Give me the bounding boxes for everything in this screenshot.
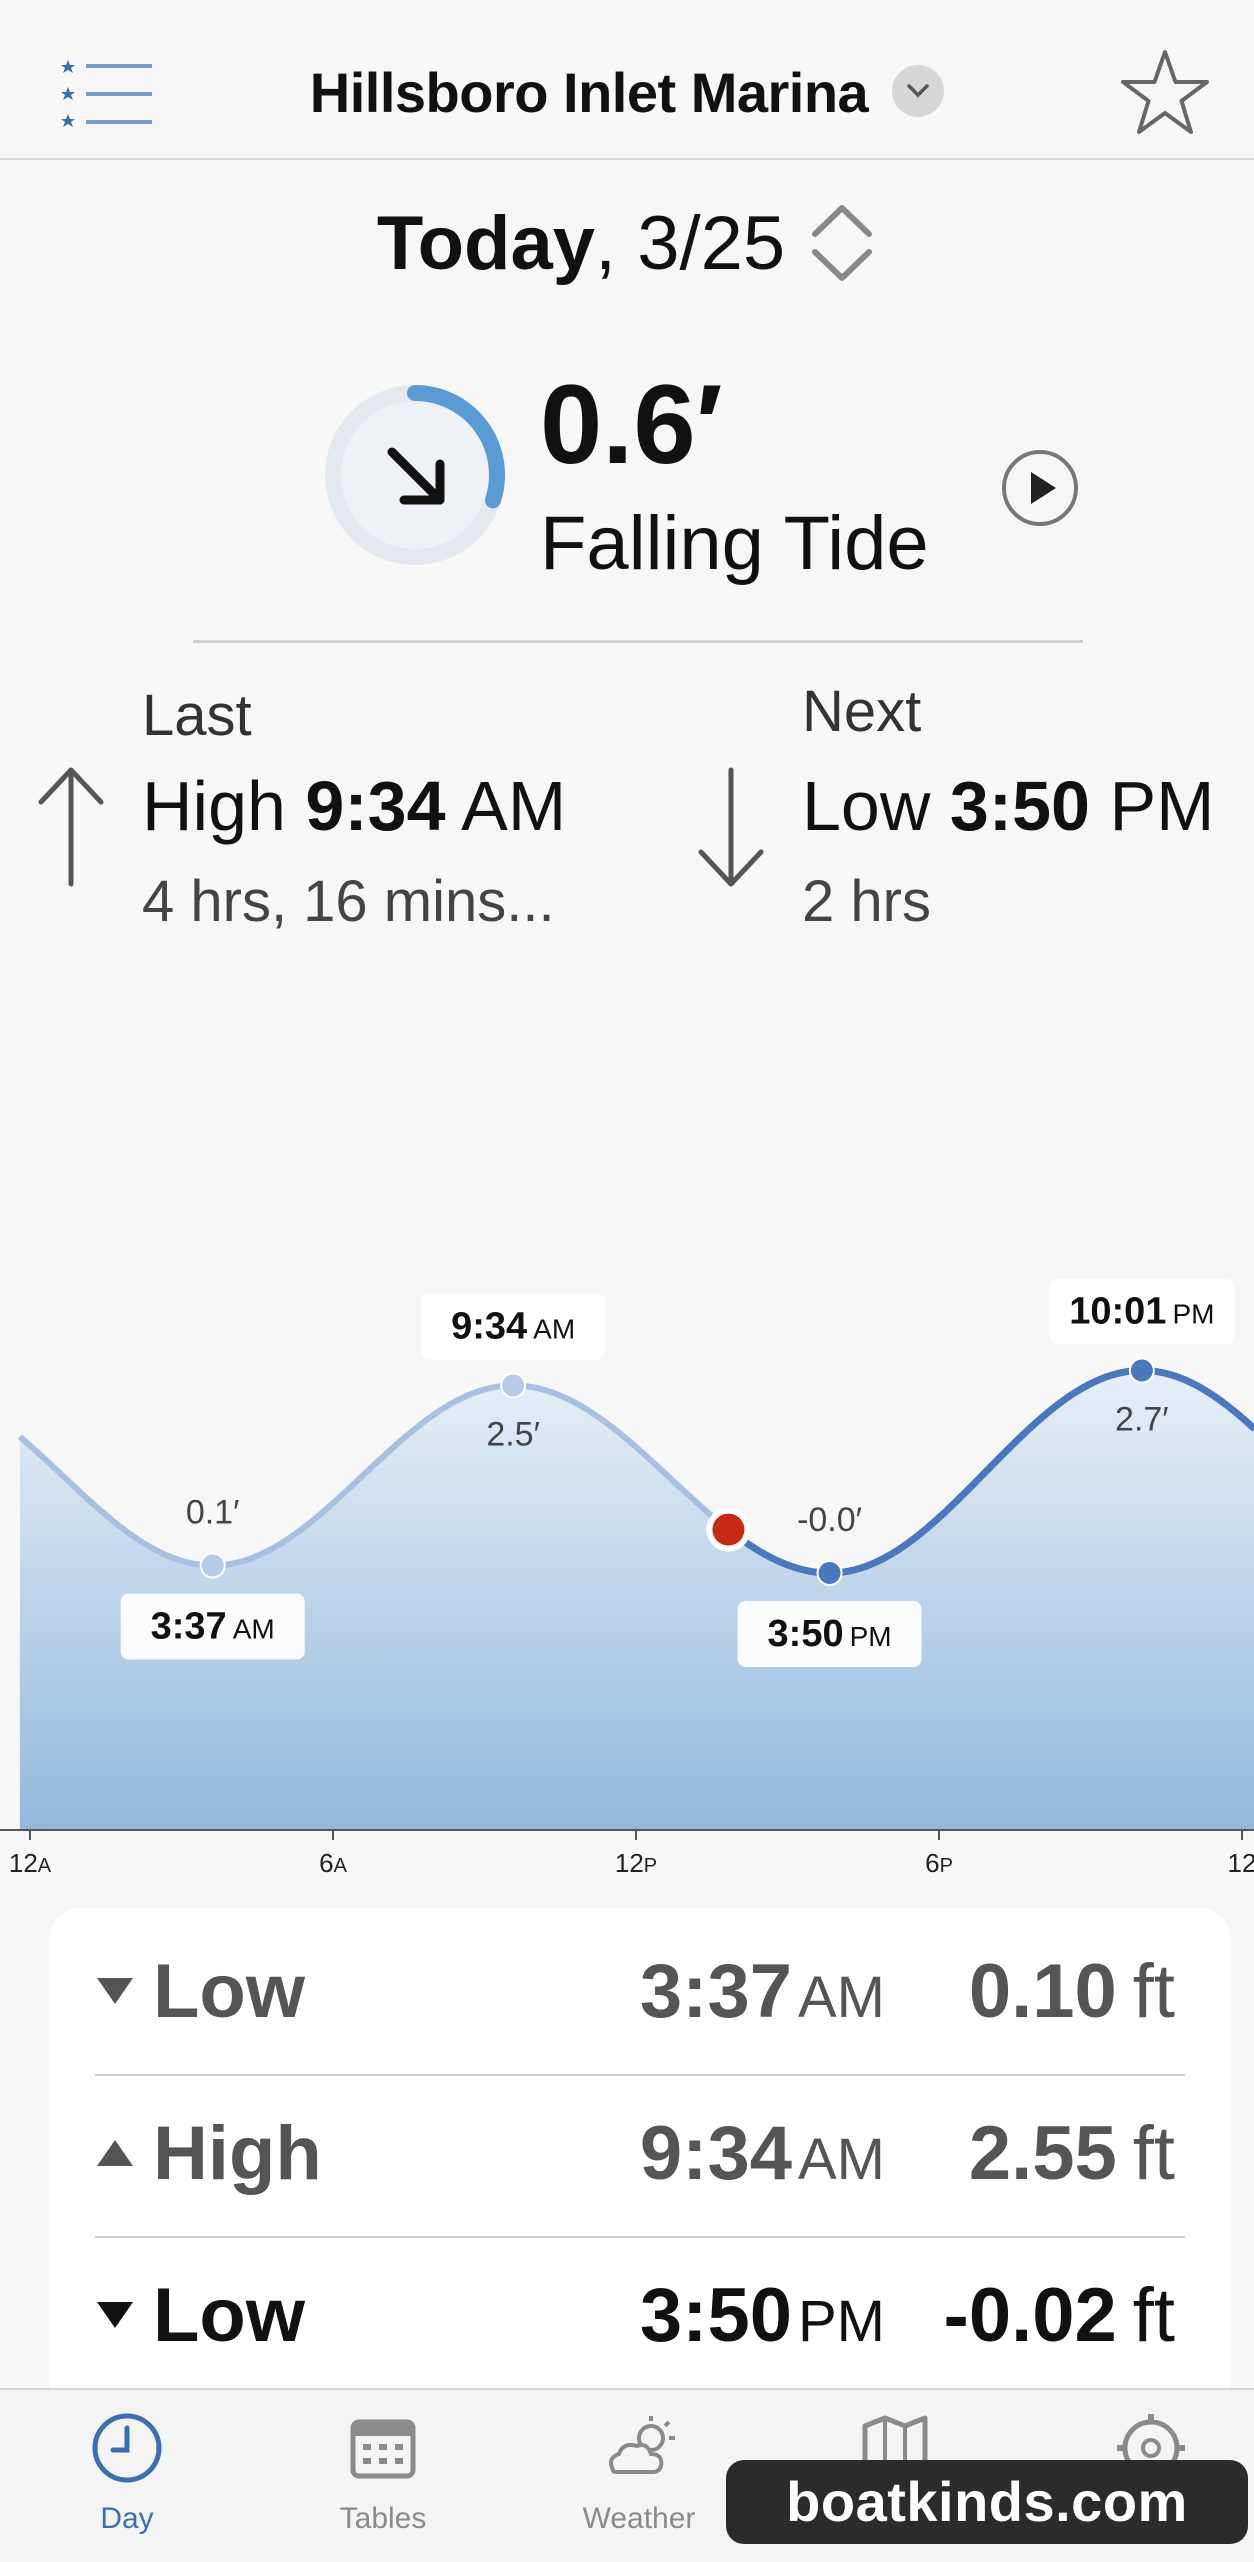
watermark: boatkinds.com — [726, 2460, 1248, 2544]
tide-table: Low 3:37 AM 0.10 ft High 9:34 AM 2.55 ft Low 3:50 PM… — [50, 1908, 1230, 2468]
row-time: 3:37 AM — [639, 1949, 885, 2034]
next-tide: Low 3:50 PM — [802, 766, 1214, 846]
extreme-point — [1128, 1357, 1155, 1384]
tide-direction-gauge — [325, 385, 505, 565]
extreme-point — [199, 1552, 226, 1579]
table-row[interactable]: Low 3:50 PM -0.02 ft — [95, 2238, 1185, 2398]
next-tide-type: Low — [802, 767, 931, 845]
x-tick-label: 6P — [925, 1848, 953, 1878]
x-tick-label: 12 — [1228, 1848, 1254, 1878]
triangle-down-icon — [97, 1978, 133, 2004]
last-tide: High 9:34 AM — [142, 766, 566, 846]
tab-label: Tables — [339, 2502, 427, 2535]
row-value: 2.55 ft — [968, 2111, 1175, 2196]
next-remaining: 2 hrs — [802, 869, 931, 934]
weather-icon — [609, 2416, 675, 2474]
current-tide-height: 0.6′ — [540, 362, 723, 487]
now-marker — [712, 1513, 745, 1546]
location-name: Hillsboro Inlet Marina — [309, 61, 869, 124]
extreme-point — [816, 1560, 843, 1586]
date-selector[interactable]: Today, 3/25 — [0, 200, 1254, 294]
star-icon[interactable] — [1118, 46, 1212, 140]
extreme-point — [500, 1372, 527, 1399]
table-row[interactable]: High 9:34 AM 2.55 ft — [95, 2076, 1185, 2236]
height-label: -0.0′ — [797, 1501, 862, 1539]
row-type: High — [153, 2111, 322, 2196]
table-row[interactable]: Low 3:37 AM 0.10 ft — [95, 1914, 1185, 2074]
x-tick-label: 12A — [9, 1848, 52, 1878]
x-tick-label: 12P — [615, 1848, 657, 1878]
row-value: -0.02 ft — [943, 2273, 1175, 2358]
divider — [193, 640, 1083, 643]
tab-tables[interactable]: Tables — [283, 2408, 483, 2536]
location-selector[interactable]: Hillsboro Inlet Marina — [0, 60, 1254, 125]
play-icon[interactable] — [1000, 448, 1080, 528]
next-label: Next — [802, 679, 922, 744]
row-time: 9:34 AM — [639, 2111, 885, 2196]
last-tide-time: 9:34 — [305, 767, 446, 845]
arrow-down-icon — [698, 767, 764, 887]
height-label: 2.5′ — [486, 1416, 540, 1454]
row-type: Low — [153, 2273, 305, 2358]
date-prefix: Today — [376, 201, 595, 286]
last-elapsed: 4 hrs, 16 mins... — [142, 869, 555, 934]
next-tide-ampm: PM — [1109, 767, 1215, 845]
row-type: Low — [153, 1949, 305, 2034]
height-label: 0.1′ — [186, 1494, 240, 1532]
triangle-down-icon — [97, 2302, 133, 2328]
last-tide-type: High — [142, 767, 286, 845]
tide-state: Falling Tide — [540, 501, 929, 586]
last-label: Last — [142, 683, 252, 748]
next-tide-time: 3:50 — [949, 767, 1090, 845]
tab-label: Weather — [582, 2502, 696, 2535]
height-label: 2.7′ — [1115, 1401, 1169, 1439]
clock-icon — [92, 2413, 162, 2483]
tab-weather[interactable]: Weather — [539, 2408, 739, 2536]
triangle-up-icon — [97, 2140, 133, 2166]
last-tide-ampm: AM — [461, 767, 567, 845]
calendar-icon — [350, 2419, 416, 2479]
tide-chart[interactable]: 12A 6A 12P 6P 120.1′3:37 AM2.5′9:34 AM-0.0′3:5… — [0, 1090, 1254, 1880]
up-down-chevron-icon — [812, 204, 873, 281]
arrow-up-icon — [38, 767, 104, 887]
date-text: , 3/25 — [595, 201, 786, 286]
row-value: 0.10 ft — [968, 1949, 1175, 2034]
x-tick-label: 6A — [319, 1848, 347, 1878]
tab-day[interactable]: Day — [27, 2408, 227, 2536]
chevron-down-icon — [892, 65, 945, 118]
row-time: 3:50 PM — [639, 2273, 885, 2358]
tab-label: Day — [100, 2502, 154, 2535]
